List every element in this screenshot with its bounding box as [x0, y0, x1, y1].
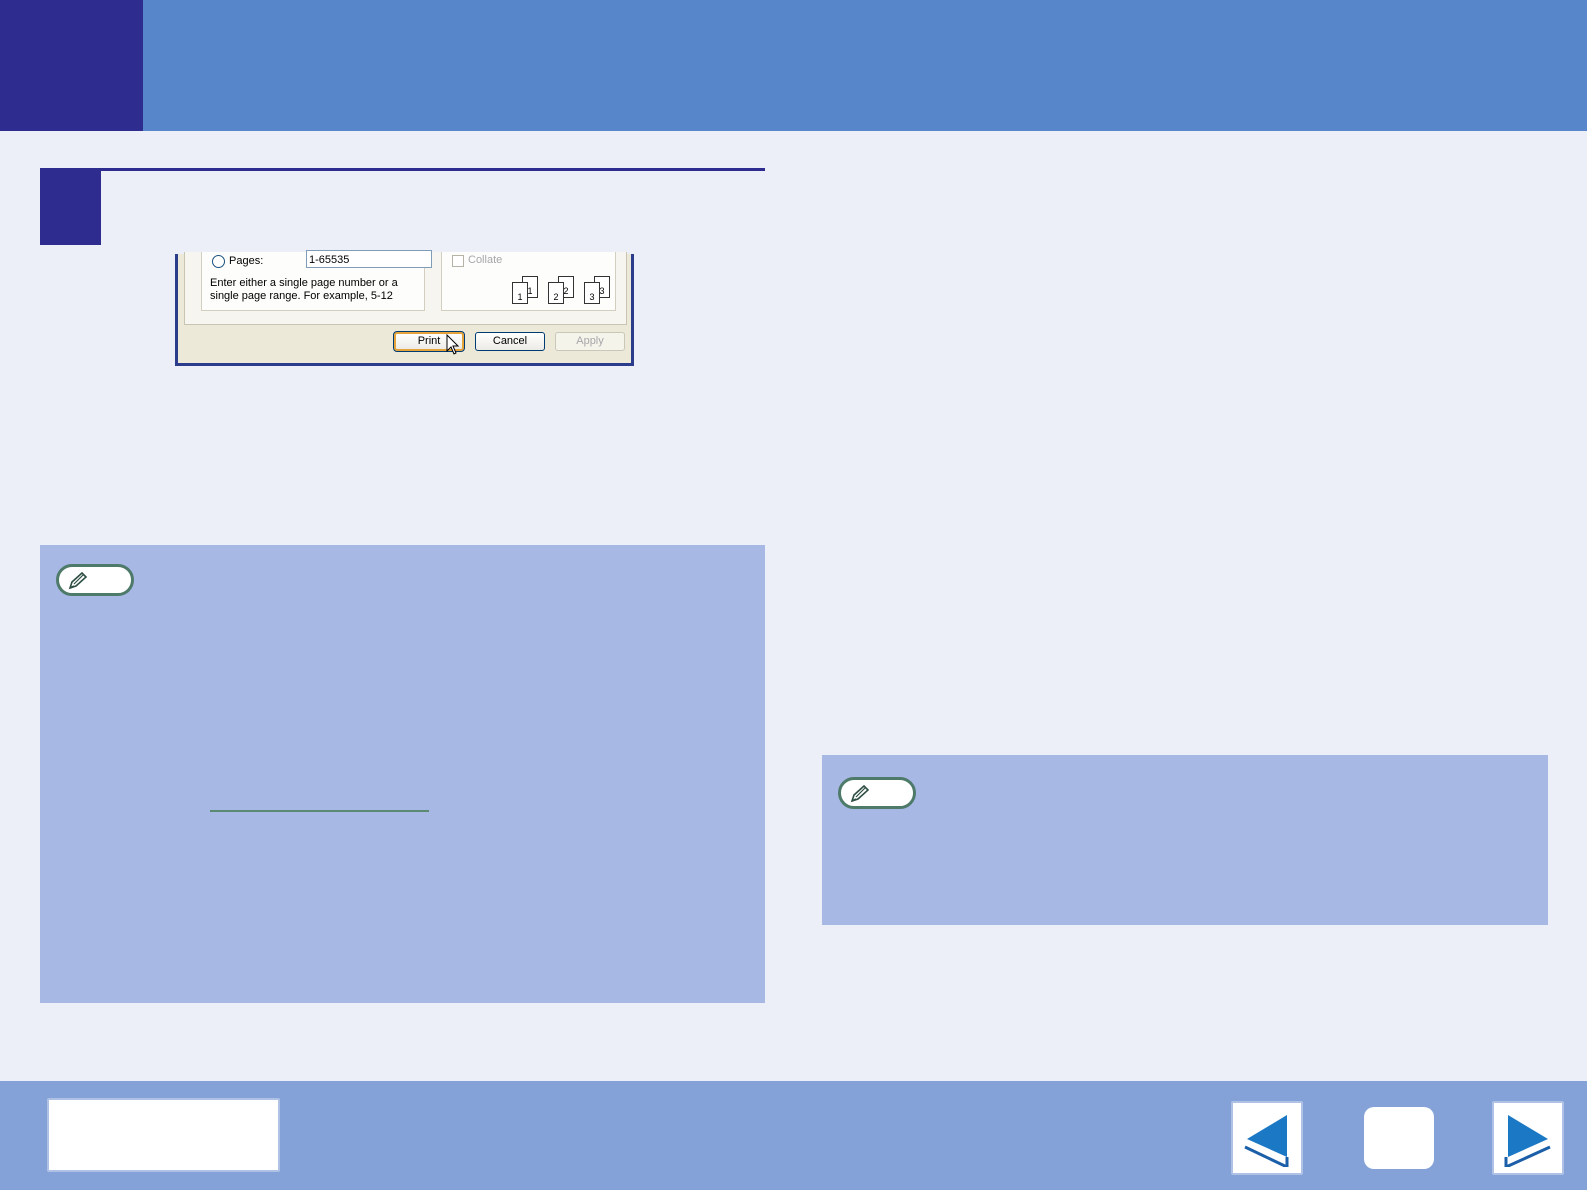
chapter-block: [0, 0, 143, 131]
collate-sheet-front: 2: [548, 282, 564, 304]
mouse-cursor-icon: [446, 334, 460, 355]
cancel-button[interactable]: Cancel: [475, 332, 545, 351]
collate-sheet-front: 3: [584, 282, 600, 304]
footer-bar: [0, 1081, 1587, 1190]
home-button[interactable]: [1364, 1107, 1434, 1169]
pages-label: Pages:: [229, 255, 264, 267]
step-divider: [40, 168, 765, 171]
step-number-block: [40, 171, 101, 245]
contents-button[interactable]: [47, 1098, 280, 1172]
forward-arrow-icon: [1504, 1115, 1551, 1167]
header-bar: [0, 0, 1587, 131]
back-arrow-icon: [1244, 1115, 1289, 1167]
forward-button[interactable]: [1492, 1101, 1564, 1175]
print-dialog-screenshot: Pages: 1-65535 Enter either a single pag…: [175, 250, 634, 366]
collate-sheet-front: 1: [512, 282, 528, 304]
page-range-panel: Pages: 1-65535 Enter either a single pag…: [184, 250, 627, 325]
pages-hint: Enter either a single page number or a s…: [210, 277, 398, 302]
collate-checkbox[interactable]: [452, 255, 464, 267]
collate-label: Collate: [468, 254, 503, 266]
note-badge: [838, 777, 916, 809]
pencil-icon: [68, 571, 88, 590]
reference-link-underline[interactable]: [210, 810, 429, 812]
note-badge: [56, 564, 134, 596]
note-panel-left: [40, 545, 765, 1003]
pages-radio[interactable]: [212, 255, 225, 268]
pencil-icon: [850, 784, 870, 803]
back-button[interactable]: [1231, 1101, 1303, 1175]
note-panel-right: [822, 755, 1548, 925]
pages-group: Pages: 1-65535 Enter either a single pag…: [201, 250, 432, 311]
pages-input[interactable]: 1-65535: [306, 250, 432, 268]
collate-group: Collate 1 1 2 2 3 3: [441, 252, 616, 311]
apply-button: Apply: [555, 332, 625, 351]
